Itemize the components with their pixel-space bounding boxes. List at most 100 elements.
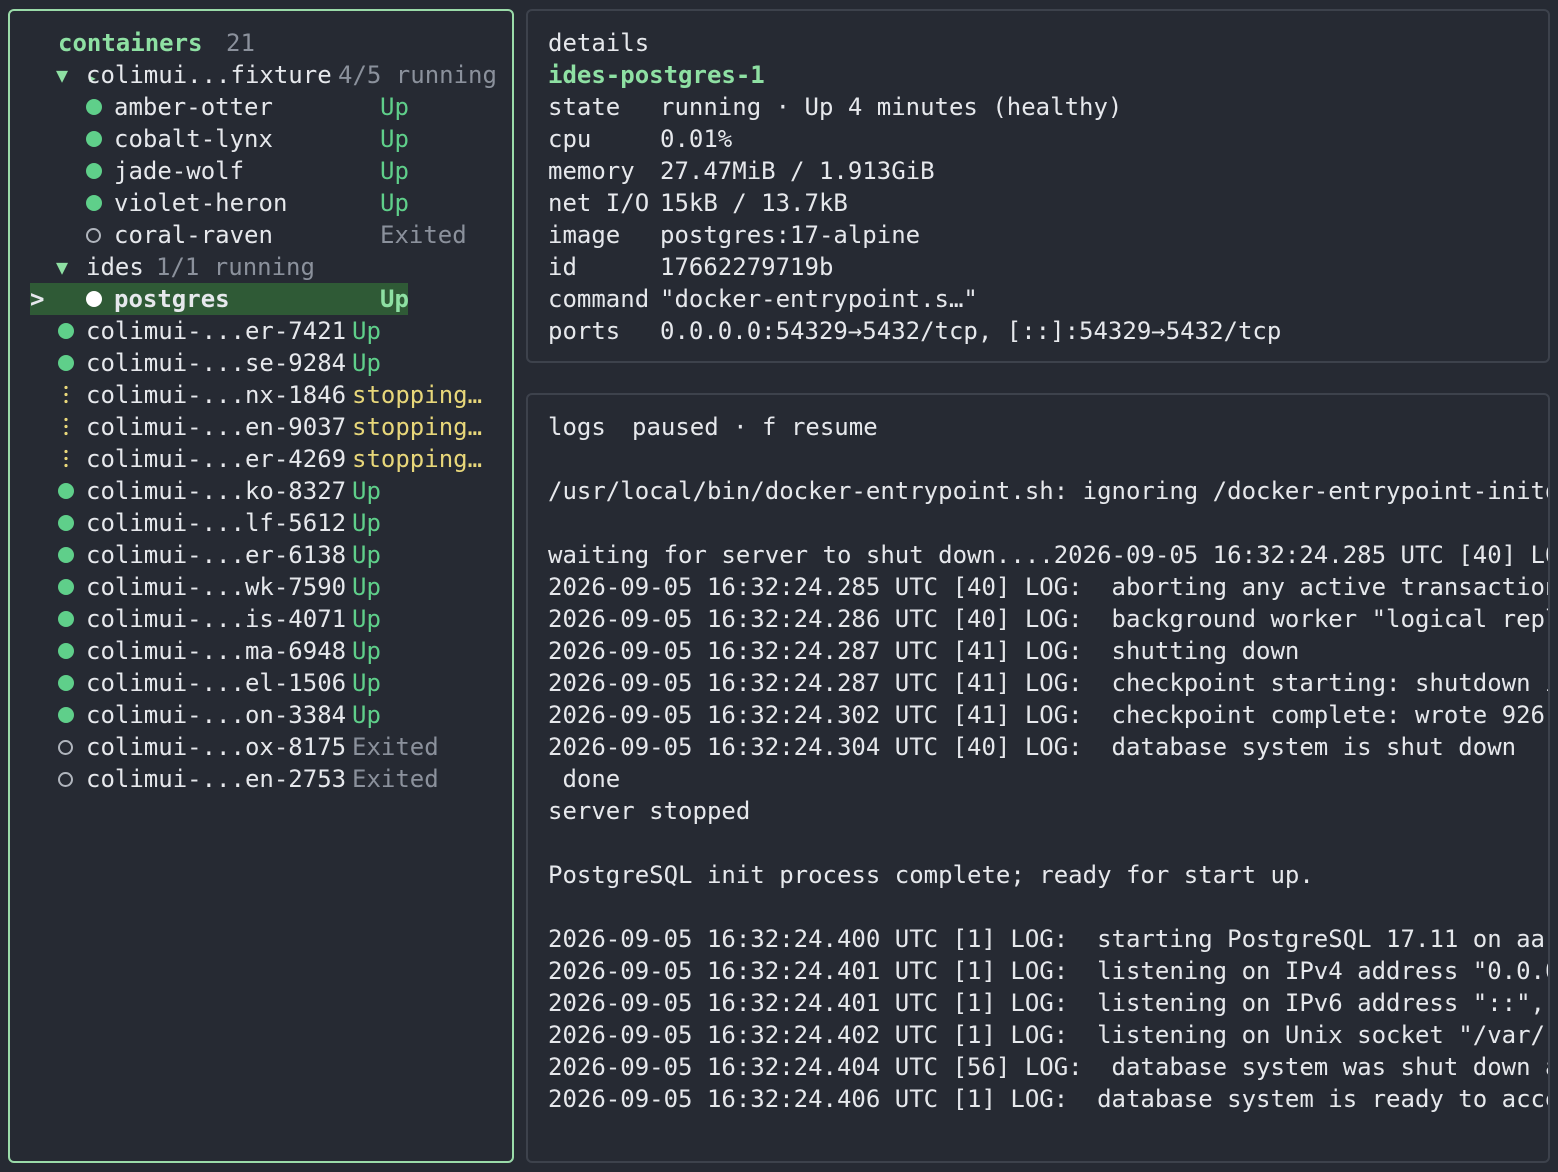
container-name: colimui-...ox-8175 bbox=[86, 733, 347, 761]
container-status: Up bbox=[352, 541, 381, 569]
container-status: stopping… bbox=[352, 381, 483, 409]
group-name: ides bbox=[86, 253, 144, 281]
log-line: 2026-09-05 16:32:24.304 UTC [40] LOG: da… bbox=[548, 733, 1517, 761]
details-panel: details ides-postgres-1 state running · U… bbox=[526, 9, 1550, 363]
stopping-status-icon bbox=[64, 448, 68, 470]
container-row[interactable]: colimui-...er-6138 Up bbox=[10, 539, 512, 571]
container-name: colimui-...en-9037 bbox=[86, 413, 347, 441]
log-line: 2026-09-05 16:32:24.404 UTC [56] LOG: da… bbox=[548, 1053, 1550, 1081]
exited-status-icon bbox=[58, 772, 73, 787]
log-line: PostgreSQL init process complete; ready … bbox=[548, 861, 1314, 889]
container-status: Up bbox=[352, 509, 381, 537]
logs-title: logs bbox=[548, 413, 606, 441]
container-row[interactable]: > postgres Up bbox=[10, 283, 512, 315]
container-row[interactable]: colimui-...ma-6948 Up bbox=[10, 635, 512, 667]
container-status: stopping… bbox=[352, 445, 483, 473]
cursor-indicator: > bbox=[30, 285, 45, 313]
detail-value: 0.01% bbox=[660, 125, 733, 153]
running-status-icon bbox=[58, 323, 74, 339]
detail-key: cpu bbox=[548, 125, 592, 153]
log-line: 2026-09-05 16:32:24.401 UTC [1] LOG: lis… bbox=[548, 957, 1550, 985]
stopping-status-icon bbox=[64, 416, 68, 438]
detail-key: command bbox=[548, 285, 650, 313]
detail-key: image bbox=[548, 221, 621, 249]
details-title: details bbox=[548, 29, 650, 57]
group-name: colimui...fixture bbox=[86, 61, 332, 89]
container-row[interactable]: colimui-...ox-8175 Exited bbox=[10, 731, 512, 763]
container-row[interactable]: colimui-...er-4269 stopping… bbox=[10, 443, 512, 475]
container-status: Up bbox=[352, 701, 381, 729]
log-line: server stopped bbox=[548, 797, 751, 825]
detail-value: postgres:17-alpine bbox=[660, 221, 921, 249]
container-row[interactable]: colimui-...wk-7590 Up bbox=[10, 571, 512, 603]
log-line: 2026-09-05 16:32:24.287 UTC [41] LOG: sh… bbox=[548, 637, 1300, 665]
container-status: Up bbox=[352, 477, 381, 505]
container-row[interactable]: colimui-...er-7421 Up bbox=[10, 315, 512, 347]
container-name: colimui-...el-1506 bbox=[86, 669, 347, 697]
log-line: 2026-09-05 16:32:24.302 UTC [41] LOG: ch… bbox=[548, 701, 1545, 729]
container-name: colimui-...er-4269 bbox=[86, 445, 347, 473]
container-status: Up bbox=[352, 573, 381, 601]
containers-panel[interactable]: ▸ containers 21 ▼ colimui...fixture 4/5 ru… bbox=[8, 9, 514, 1163]
container-name: colimui-...er-6138 bbox=[86, 541, 347, 569]
detail-value: 0.0.0.0:54329→5432/tcp, [::]:54329→5432/… bbox=[660, 317, 1282, 345]
running-status-icon bbox=[58, 355, 74, 371]
logs-panel[interactable]: logs paused · f resume /usr/local/bin/do… bbox=[526, 393, 1550, 1163]
containers-title: containers bbox=[58, 29, 203, 57]
triangle-down-icon: ▼ bbox=[56, 255, 69, 279]
log-line: 2026-09-05 16:32:24.286 UTC [40] LOG: ba… bbox=[548, 605, 1550, 633]
container-row[interactable]: colimui-...en-9037 stopping… bbox=[10, 411, 512, 443]
container-row[interactable]: colimui-...en-2753 Exited bbox=[10, 763, 512, 795]
group-summary: 4/5 running bbox=[338, 61, 497, 89]
detail-key: id bbox=[548, 253, 577, 281]
container-status: Up bbox=[380, 157, 409, 185]
running-status-icon bbox=[86, 131, 102, 147]
container-row[interactable]: colimui-...on-3384 Up bbox=[10, 699, 512, 731]
container-status: Up bbox=[380, 189, 409, 217]
group-row[interactable]: ▼ ides 1/1 running bbox=[10, 251, 512, 283]
running-status-icon bbox=[58, 707, 74, 723]
running-status-icon bbox=[86, 291, 102, 307]
container-name: postgres bbox=[114, 285, 230, 313]
container-row[interactable]: amber-otter Up bbox=[10, 91, 512, 123]
container-row[interactable]: colimui-...el-1506 Up bbox=[10, 667, 512, 699]
container-row[interactable]: violet-heron Up bbox=[10, 187, 512, 219]
container-row[interactable]: colimui-...ko-8327 Up bbox=[10, 475, 512, 507]
log-line: 2026-09-05 16:32:24.406 UTC [1] LOG: dat… bbox=[548, 1085, 1550, 1113]
log-line: 2026-09-05 16:32:24.401 UTC [1] LOG: lis… bbox=[548, 989, 1545, 1017]
running-status-icon bbox=[86, 163, 102, 179]
container-row[interactable]: jade-wolf Up bbox=[10, 155, 512, 187]
detail-value: running · Up 4 minutes (healthy) bbox=[660, 93, 1123, 121]
details-container-name: ides-postgres-1 bbox=[548, 61, 765, 89]
detail-key: ports bbox=[548, 317, 621, 345]
running-status-icon bbox=[58, 643, 74, 659]
container-row[interactable]: colimui-...se-9284 Up bbox=[10, 347, 512, 379]
detail-key: memory bbox=[548, 157, 635, 185]
group-row[interactable]: ▼ colimui...fixture 4/5 running bbox=[10, 59, 512, 91]
logs-status: paused · f resume bbox=[632, 413, 878, 441]
container-name: colimui-...wk-7590 bbox=[86, 573, 347, 601]
running-status-icon bbox=[58, 579, 74, 595]
running-status-icon bbox=[58, 483, 74, 499]
container-name: colimui-...on-3384 bbox=[86, 701, 347, 729]
container-status: Up bbox=[352, 669, 381, 697]
container-name: colimui-...is-4071 bbox=[86, 605, 347, 633]
container-status: Exited bbox=[380, 221, 467, 249]
log-line: 2026-09-05 16:32:24.285 UTC [40] LOG: ab… bbox=[548, 573, 1550, 601]
container-name: violet-heron bbox=[114, 189, 288, 217]
container-status: Exited bbox=[352, 733, 439, 761]
container-row[interactable]: colimui-...is-4071 Up bbox=[10, 603, 512, 635]
containers-count: 21 bbox=[226, 29, 255, 57]
exited-status-icon bbox=[58, 740, 73, 755]
detail-value: 15kB / 13.7kB bbox=[660, 189, 848, 217]
running-status-icon bbox=[86, 99, 102, 115]
container-row[interactable]: colimui-...lf-5612 Up bbox=[10, 507, 512, 539]
log-line: waiting for server to shut down....2026-… bbox=[548, 541, 1550, 569]
container-row[interactable]: cobalt-lynx Up bbox=[10, 123, 512, 155]
container-status: Up bbox=[380, 285, 409, 313]
container-name: cobalt-lynx bbox=[114, 125, 273, 153]
container-row[interactable]: coral-raven Exited bbox=[10, 219, 512, 251]
detail-value: "docker-entrypoint.s…" bbox=[660, 285, 978, 313]
container-row[interactable]: colimui-...nx-1846 stopping… bbox=[10, 379, 512, 411]
running-status-icon bbox=[86, 195, 102, 211]
